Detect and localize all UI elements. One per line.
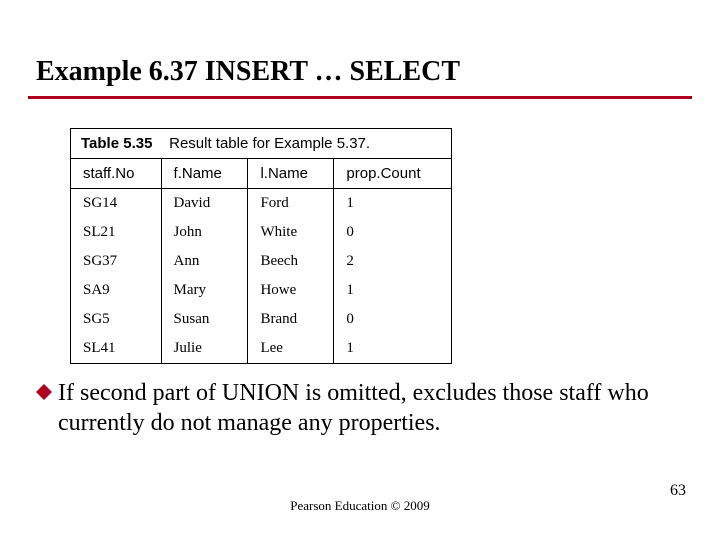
cell: 1 (334, 189, 452, 219)
table-header-row: staff.No f.Name l.Name prop.Count (71, 159, 452, 189)
bullet-item: If second part of UNION is omitted, excl… (36, 378, 684, 438)
cell: SG5 (71, 305, 162, 334)
table-row: SL21 John White 0 (71, 218, 452, 247)
cell: Ford (248, 189, 334, 219)
cell: SG37 (71, 247, 162, 276)
cell: 2 (334, 247, 452, 276)
cell: SL41 (71, 334, 162, 364)
cell: 0 (334, 218, 452, 247)
bullet-text: If second part of UNION is omitted, excl… (58, 378, 684, 438)
table-row: SA9 Mary Howe 1 (71, 276, 452, 305)
cell: Howe (248, 276, 334, 305)
cell: White (248, 218, 334, 247)
slide-title: Example 6.37 INSERT … SELECT (36, 56, 460, 88)
page-number: 63 (670, 482, 686, 500)
table-caption: Table 5.35 Result table for Example 5.37… (70, 128, 452, 158)
table-row: SG37 Ann Beech 2 (71, 247, 452, 276)
table-row: SG5 Susan Brand 0 (71, 305, 452, 334)
cell: Ann (161, 247, 248, 276)
cell: Julie (161, 334, 248, 364)
cell: Mary (161, 276, 248, 305)
table-caption-label: Table 5.35 (81, 135, 152, 152)
table-row: SG14 David Ford 1 (71, 189, 452, 219)
result-table-container: Table 5.35 Result table for Example 5.37… (70, 128, 452, 364)
col-header: prop.Count (334, 159, 452, 189)
result-table: staff.No f.Name l.Name prop.Count SG14 D… (70, 158, 452, 364)
title-underline (28, 96, 692, 99)
col-header: f.Name (161, 159, 248, 189)
cell: 0 (334, 305, 452, 334)
col-header: l.Name (248, 159, 334, 189)
cell: Brand (248, 305, 334, 334)
col-header: staff.No (71, 159, 162, 189)
cell: 1 (334, 276, 452, 305)
diamond-bullet-icon (36, 384, 52, 400)
cell: SA9 (71, 276, 162, 305)
cell: SL21 (71, 218, 162, 247)
slide: Example 6.37 INSERT … SELECT Table 5.35 … (0, 0, 720, 540)
table-caption-text: Result table for Example 5.37. (169, 135, 370, 152)
cell: Lee (248, 334, 334, 364)
cell: Beech (248, 247, 334, 276)
footer-text: Pearson Education © 2009 (0, 498, 720, 514)
table-row: SL41 Julie Lee 1 (71, 334, 452, 364)
cell: SG14 (71, 189, 162, 219)
cell: David (161, 189, 248, 219)
cell: Susan (161, 305, 248, 334)
cell: 1 (334, 334, 452, 364)
cell: John (161, 218, 248, 247)
